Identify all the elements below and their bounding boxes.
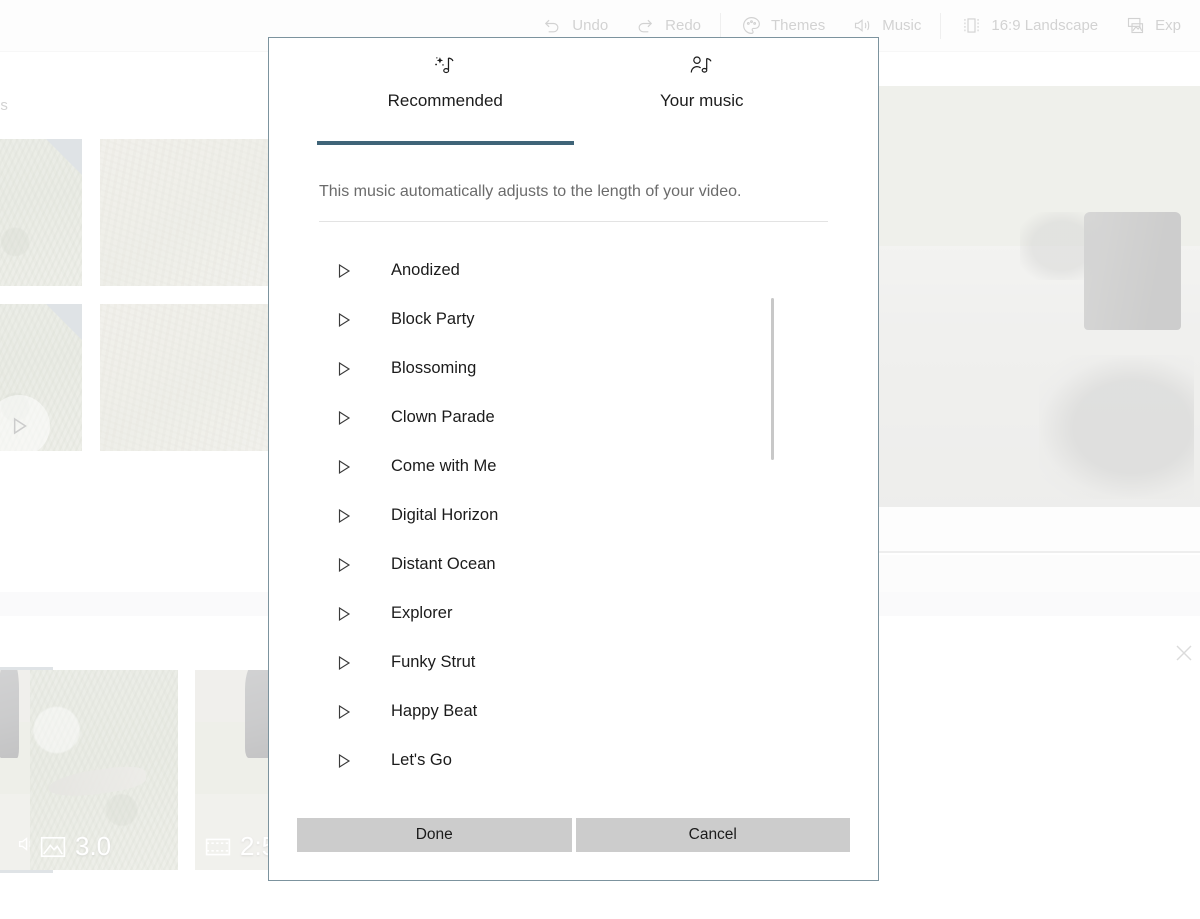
song-list-scrollbar-thumb[interactable]: [771, 298, 774, 460]
song-title: Clown Parade: [391, 408, 495, 426]
song-title: Explorer: [391, 604, 453, 622]
dialog-description: This music automatically adjusts to the …: [319, 183, 742, 200]
song-title: Come with Me: [391, 457, 497, 475]
person-music-note-icon: [688, 54, 715, 80]
list-item[interactable]: Explorer: [269, 589, 878, 638]
list-item[interactable]: Digital Horizon: [269, 491, 878, 540]
tab-active-underline: [317, 141, 574, 145]
list-item[interactable]: Blossoming: [269, 344, 878, 393]
music-picker-dialog: Recommended Your music This music automa…: [268, 37, 879, 881]
dialog-footer: Done Cancel: [269, 818, 878, 880]
song-list-scrollbar-track[interactable]: [771, 265, 826, 695]
sparkle-music-note-icon: [432, 54, 459, 80]
tab-recommended[interactable]: Recommended: [317, 38, 574, 145]
song-title: Blossoming: [391, 359, 477, 377]
cancel-button[interactable]: Cancel: [575, 818, 850, 852]
app-root: Undo Redo Themes Music 16:9 Landscape Ex…: [0, 0, 1200, 919]
song-title: Funky Strut: [391, 653, 476, 671]
play-triangle-icon[interactable]: [337, 311, 353, 329]
play-triangle-icon[interactable]: [337, 556, 353, 574]
song-list: Anodized Block Party Blossoming Clown Pa…: [269, 232, 878, 785]
list-item[interactable]: Come with Me: [269, 442, 878, 491]
play-triangle-icon[interactable]: [337, 752, 353, 770]
play-triangle-icon[interactable]: [337, 409, 353, 427]
tab-recommended-label: Recommended: [387, 91, 503, 110]
done-button[interactable]: Done: [297, 818, 572, 852]
play-triangle-icon[interactable]: [337, 605, 353, 623]
list-item[interactable]: Distant Ocean: [269, 540, 878, 589]
list-item[interactable]: Anodized: [269, 246, 878, 295]
list-item[interactable]: Funky Strut: [269, 638, 878, 687]
dialog-divider: [319, 221, 828, 222]
song-title: Happy Beat: [391, 702, 478, 720]
song-title: Let's Go: [391, 751, 452, 769]
play-triangle-icon[interactable]: [337, 458, 353, 476]
list-item[interactable]: Let's Go: [269, 736, 878, 785]
tab-your-music-label: Your music: [660, 91, 744, 110]
list-item[interactable]: Happy Beat: [269, 687, 878, 736]
song-title: Block Party: [391, 310, 475, 328]
list-item[interactable]: Block Party: [269, 295, 878, 344]
tab-your-music[interactable]: Your music: [574, 38, 831, 127]
play-triangle-icon[interactable]: [337, 507, 353, 525]
song-list-container[interactable]: Anodized Block Party Blossoming Clown Pa…: [269, 232, 878, 818]
dialog-tabs: Recommended Your music: [269, 38, 878, 149]
song-title: Distant Ocean: [391, 555, 496, 573]
play-triangle-icon[interactable]: [337, 654, 353, 672]
tab-inactive-underline: [574, 141, 831, 145]
play-triangle-icon[interactable]: [337, 360, 353, 378]
play-triangle-icon[interactable]: [337, 703, 353, 721]
song-title: Digital Horizon: [391, 506, 499, 524]
song-title: Anodized: [391, 261, 460, 279]
play-triangle-icon[interactable]: [337, 262, 353, 280]
list-item[interactable]: Clown Parade: [269, 393, 878, 442]
